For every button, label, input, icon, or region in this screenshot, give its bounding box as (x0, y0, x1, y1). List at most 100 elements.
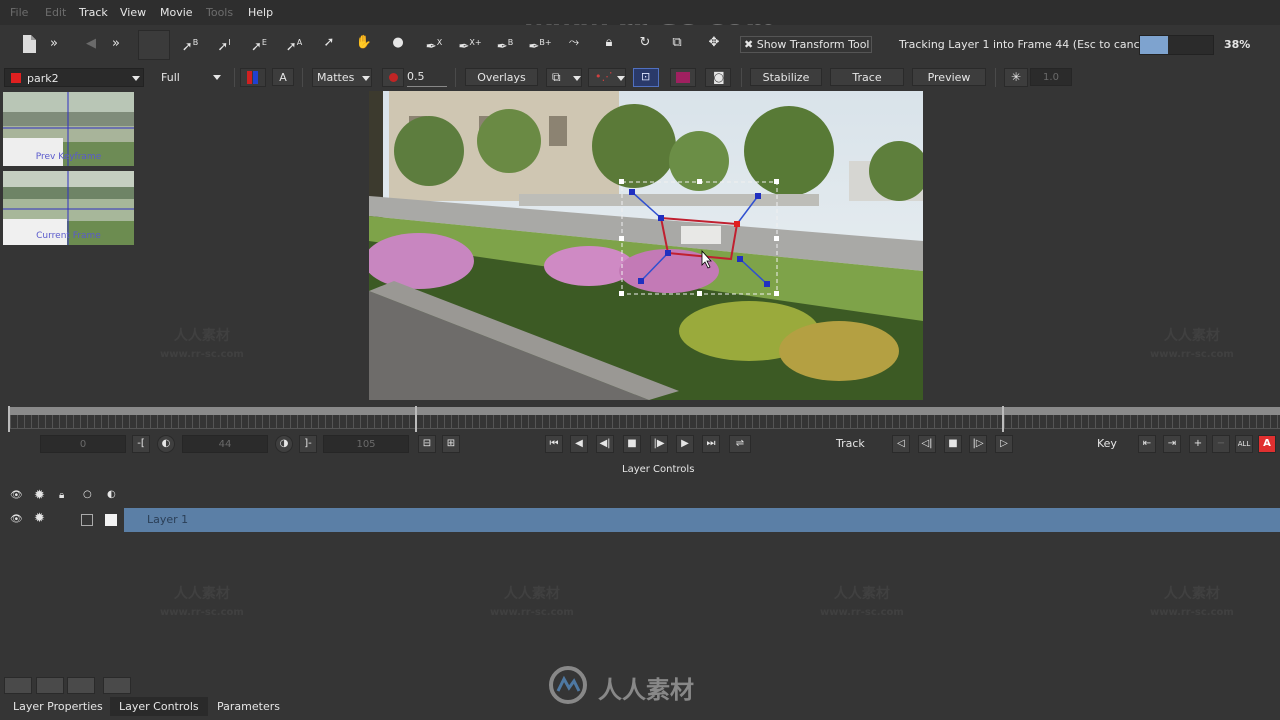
current-frame-thumb[interactable]: Current Frame (3, 171, 134, 245)
opacity-input[interactable]: 0.5 (407, 68, 447, 87)
tab-layer-controls[interactable]: Layer Controls (110, 697, 208, 716)
add-point-tool[interactable]: ➚ (318, 33, 340, 53)
eye-icon[interactable]: 👁︎ (10, 490, 23, 501)
half-circle-icon[interactable]: ◐ (107, 489, 116, 500)
menu-track[interactable]: Track (79, 6, 108, 19)
play-backward-icon[interactable]: ◀ (570, 435, 588, 453)
lock-icon[interactable]: 🔒︎ (59, 490, 64, 501)
preview-button[interactable]: Preview (912, 68, 986, 86)
timeline[interactable] (0, 404, 1280, 434)
view-mode-select[interactable]: Full (155, 68, 227, 87)
expand-range-icon[interactable]: ⊞ (442, 435, 460, 453)
go-to-in-icon[interactable]: ◐ (157, 435, 175, 453)
tab-layer-properties[interactable]: Layer Properties (4, 697, 112, 716)
pen-bplus-tool[interactable]: ✒B+ (527, 33, 553, 54)
opacity-icon-button[interactable] (382, 68, 404, 87)
layer-color-swatch[interactable] (105, 514, 117, 526)
lock-icon[interactable]: 🔒︎ (600, 33, 618, 53)
circle-outline-icon[interactable]: ○ (83, 489, 92, 500)
fit-range-icon[interactable]: ⊟ (418, 435, 436, 453)
layer-lock-checkbox[interactable] (81, 514, 93, 526)
sparkle-icon[interactable]: ✳ (1004, 68, 1028, 87)
delete-key-icon[interactable]: − (1212, 435, 1230, 453)
menu-view[interactable]: View (120, 6, 146, 19)
select-b-tool[interactable]: ➚B (177, 33, 203, 54)
expand-icon[interactable]: » (110, 34, 122, 54)
track-forward-icon[interactable]: ▷ (995, 435, 1013, 453)
new-file-icon[interactable] (20, 34, 38, 54)
playhead[interactable] (415, 406, 417, 432)
timeline-track[interactable] (10, 407, 1280, 415)
scale-icon[interactable]: ⧉ (666, 33, 688, 53)
out-point-marker[interactable] (1002, 406, 1004, 432)
pen-x-tool[interactable]: ✒X (422, 33, 446, 54)
menu-edit[interactable]: Edit (45, 6, 66, 19)
track-step-back-icon[interactable]: ◁| (918, 435, 936, 453)
go-to-out-icon[interactable]: ◑ (275, 435, 293, 453)
clip-select[interactable]: park2 (4, 68, 144, 87)
layer-name-cell[interactable]: Layer 1 (124, 508, 1280, 532)
frame-count-toggle[interactable]: ⊡ (633, 68, 659, 87)
set-out-point-button[interactable]: ]- (299, 435, 317, 453)
autokey-button[interactable]: A (1258, 435, 1276, 453)
layer-row[interactable]: 👁︎ ✹ Layer 1 (0, 508, 1280, 532)
delete-layer-button[interactable] (67, 677, 95, 694)
circle-tool-icon[interactable]: ● (390, 33, 406, 53)
channel-toggle[interactable] (240, 68, 266, 87)
track-backward-icon[interactable]: ◁ (892, 435, 910, 453)
duplicate-layer-button[interactable] (36, 677, 64, 694)
step-forward-icon[interactable]: |▶ (650, 435, 668, 453)
points-mode-select[interactable]: •⋰ (588, 68, 626, 87)
select-e-tool[interactable]: ➚E (247, 33, 271, 54)
menu-help[interactable]: Help (248, 6, 273, 19)
back-arrow-icon[interactable]: ◀ (82, 34, 100, 54)
rotate-icon[interactable]: ↻ (634, 33, 656, 53)
overlay-mode-select[interactable]: ⧉ (546, 68, 582, 87)
pen-xplus-tool[interactable]: ✒X+ (457, 33, 483, 54)
matte-color-toggle[interactable] (670, 68, 696, 87)
in-point-marker[interactable] (8, 406, 10, 432)
go-to-start-icon[interactable]: ⏮ (545, 435, 563, 453)
play-forward-icon[interactable]: ▶ (676, 435, 694, 453)
step-back-icon[interactable]: ◀| (596, 435, 614, 453)
expand-icon[interactable]: » (48, 34, 60, 54)
go-to-end-icon[interactable]: ⏭ (702, 435, 720, 453)
loop-icon[interactable]: ⇌ (729, 435, 751, 453)
prev-keyframe-thumb[interactable]: Prev Keyframe (3, 92, 134, 166)
menu-tools[interactable]: Tools (206, 6, 233, 19)
overlays-button[interactable]: Overlays (465, 68, 538, 86)
bezier-curve-icon[interactable]: ⤳ (563, 33, 585, 53)
video-viewer[interactable] (369, 91, 923, 400)
tab-parameters[interactable]: Parameters (208, 697, 289, 716)
snapshot-toggle[interactable]: ◙ (705, 68, 731, 87)
set-in-point-button[interactable]: -[ (132, 435, 150, 453)
all-keys-button[interactable]: ALL (1235, 435, 1253, 453)
gear-icon[interactable]: ✹ (34, 488, 45, 503)
gear-icon[interactable]: ✹ (34, 511, 45, 526)
menu-movie[interactable]: Movie (160, 6, 193, 19)
mattes-select[interactable]: Mattes (312, 68, 372, 87)
new-layer-button[interactable] (4, 677, 32, 694)
add-key-icon[interactable]: + (1189, 435, 1207, 453)
current-frame-field[interactable]: 44 (182, 435, 268, 453)
text-a-button[interactable]: A (272, 68, 294, 86)
color-swatch-box[interactable] (138, 30, 170, 60)
pen-b-tool[interactable]: ✒B (493, 33, 517, 54)
track-stop-icon[interactable]: ■ (944, 435, 962, 453)
group-layer-button[interactable] (103, 677, 131, 694)
next-key-icon[interactable]: ⇥ (1163, 435, 1181, 453)
prev-key-icon[interactable]: ⇤ (1138, 435, 1156, 453)
move-icon[interactable]: ✥ (702, 33, 726, 53)
hand-icon[interactable]: ✋ (353, 33, 375, 53)
stabilize-button[interactable]: Stabilize (750, 68, 822, 86)
select-i-tool[interactable]: ➚I (212, 33, 236, 54)
end-frame-field[interactable]: 105 (323, 435, 409, 453)
track-step-forward-icon[interactable]: |▷ (969, 435, 987, 453)
select-a-tool[interactable]: ➚A (282, 33, 306, 54)
stop-icon[interactable]: ■ (623, 435, 641, 453)
show-transform-toggle[interactable]: ✖ Show Transform Tool (740, 36, 872, 53)
trace-button[interactable]: Trace (830, 68, 904, 86)
start-frame-field[interactable]: 0 (40, 435, 126, 453)
sparkle-value[interactable]: 1.0 (1030, 68, 1072, 86)
menu-file[interactable]: File (10, 6, 28, 19)
